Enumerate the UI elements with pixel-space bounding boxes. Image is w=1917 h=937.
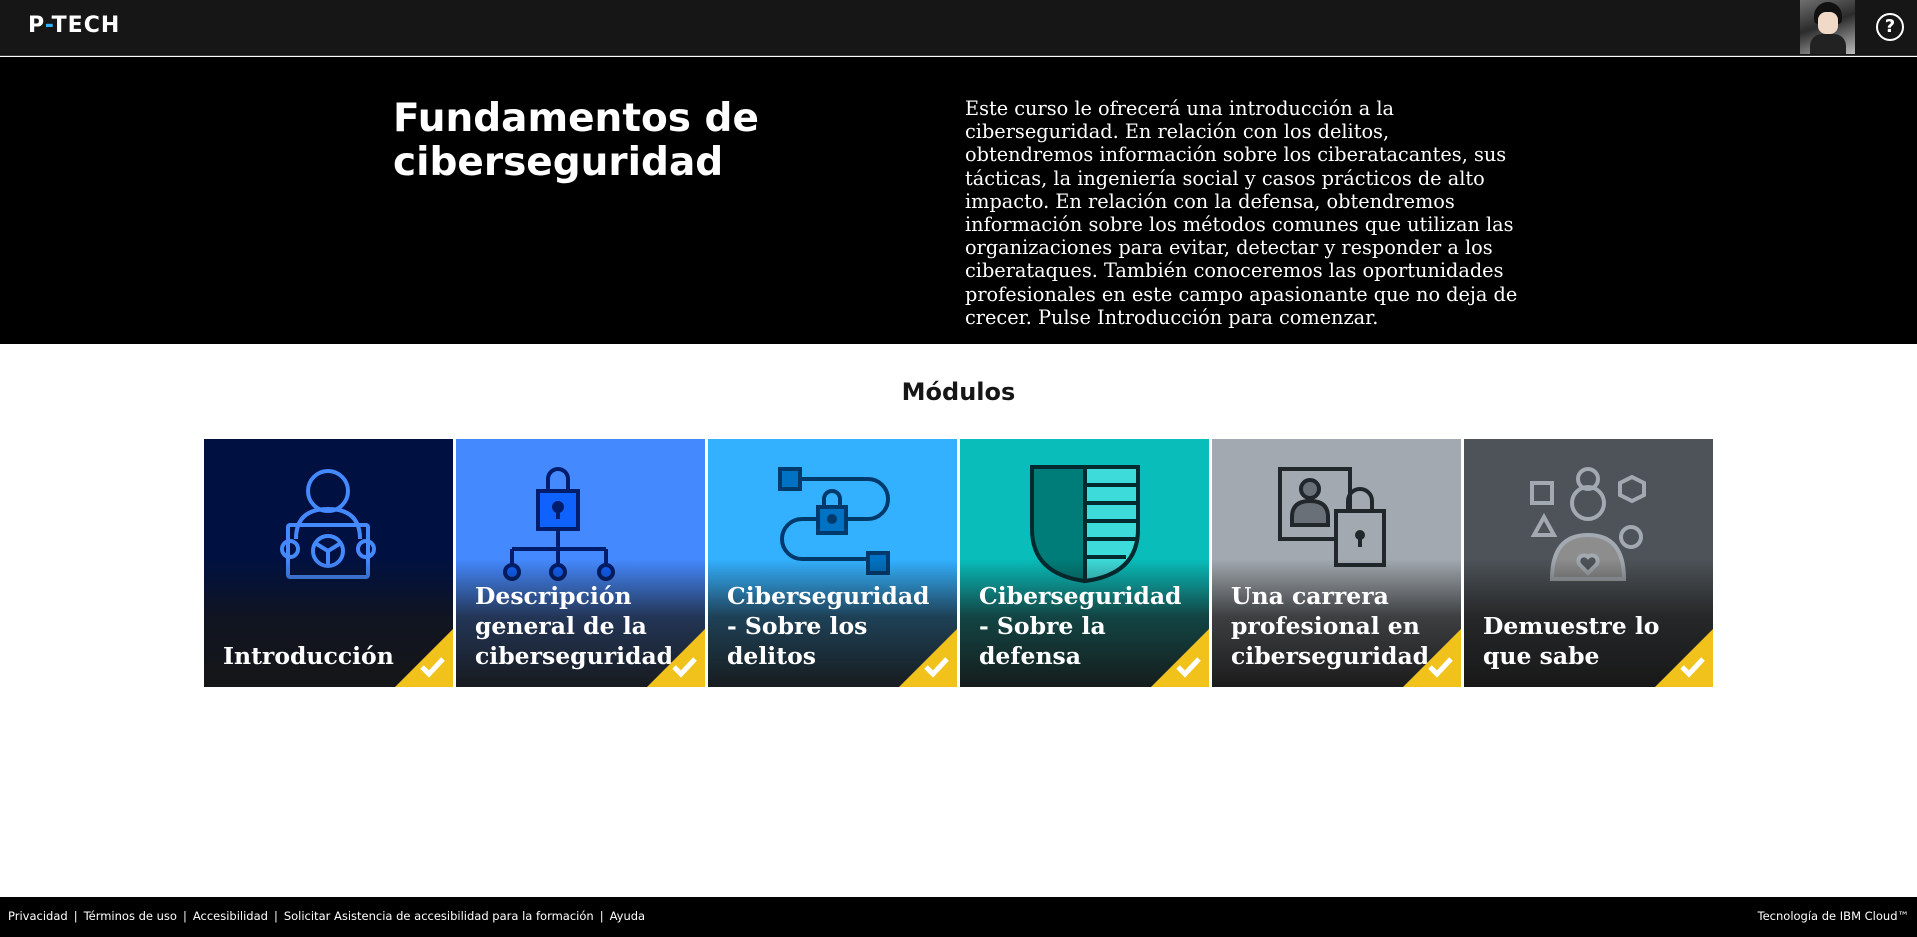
module-card-descripcion-general[interactable]: Descripción general de la ciberseguridad <box>456 439 705 687</box>
module-label: Demuestre lo que sabe <box>1483 612 1660 670</box>
footer-separator: | <box>182 909 187 923</box>
ibm-cloud-credit: Tecnología de IBM Cloud™ <box>1757 909 1909 923</box>
completed-check-icon <box>1403 629 1461 687</box>
course-hero: Fundamentos de ciberseguridad Este curso… <box>0 57 1917 344</box>
module-label: Ciberseguridad - Sobre la defensa <box>979 582 1182 670</box>
module-card-introduccion[interactable]: Introducción <box>204 439 453 687</box>
logo-prefix: P <box>28 13 45 38</box>
completed-check-icon <box>395 629 453 687</box>
logo-suffix: TECH <box>51 13 121 38</box>
footer-separator: | <box>273 909 278 923</box>
modules-heading: Módulos <box>901 378 1016 406</box>
logo-dash: - <box>44 13 52 38</box>
completed-check-icon <box>1151 629 1209 687</box>
footer-link-terminos[interactable]: Términos de uso <box>84 909 177 923</box>
footer-separator: | <box>599 909 604 923</box>
completed-check-icon <box>647 629 705 687</box>
module-card-demuestre-lo-que-sabe[interactable]: Demuestre lo que sabe <box>1464 439 1713 687</box>
course-description: Este curso le ofrecerá una introducción … <box>965 97 1518 329</box>
avatar-face <box>1818 12 1838 34</box>
module-card-carrera-profesional[interactable]: Una carrera profesional en cibersegurida… <box>1212 439 1461 687</box>
footer-links: Privacidad | Términos de uso | Accesibilidad… <box>8 909 645 923</box>
module-label: Descripción general de la ciberseguridad <box>475 582 674 670</box>
avatar-body <box>1810 34 1846 54</box>
completed-check-icon <box>899 629 957 687</box>
completed-check-icon <box>1655 629 1713 687</box>
footer-link-asistencia[interactable]: Solicitar Asistencia de accesibilidad pa… <box>284 909 594 923</box>
user-avatar[interactable] <box>1800 0 1855 54</box>
footer-link-accesibilidad[interactable]: Accesibilidad <box>193 909 268 923</box>
ptech-logo[interactable]: P-TECH <box>28 13 120 38</box>
footer-link-privacidad[interactable]: Privacidad <box>8 909 68 923</box>
module-label: Una carrera profesional en cibersegurida… <box>1231 582 1430 670</box>
module-label: Introducción <box>223 642 394 670</box>
top-navigation-bar: P-TECH ? <box>0 0 1917 56</box>
footer-separator: | <box>73 909 78 923</box>
help-icon[interactable]: ? <box>1876 13 1904 41</box>
module-card-sobre-los-delitos[interactable]: Ciberseguridad - Sobre los delitos <box>708 439 957 687</box>
page-footer: Privacidad | Términos de uso | Accesibilidad… <box>0 897 1917 937</box>
course-title: Fundamentos de ciberseguridad <box>393 96 759 185</box>
module-label: Ciberseguridad - Sobre los delitos <box>727 582 930 670</box>
footer-link-ayuda[interactable]: Ayuda <box>610 909 646 923</box>
module-card-sobre-la-defensa[interactable]: Ciberseguridad - Sobre la defensa <box>960 439 1209 687</box>
